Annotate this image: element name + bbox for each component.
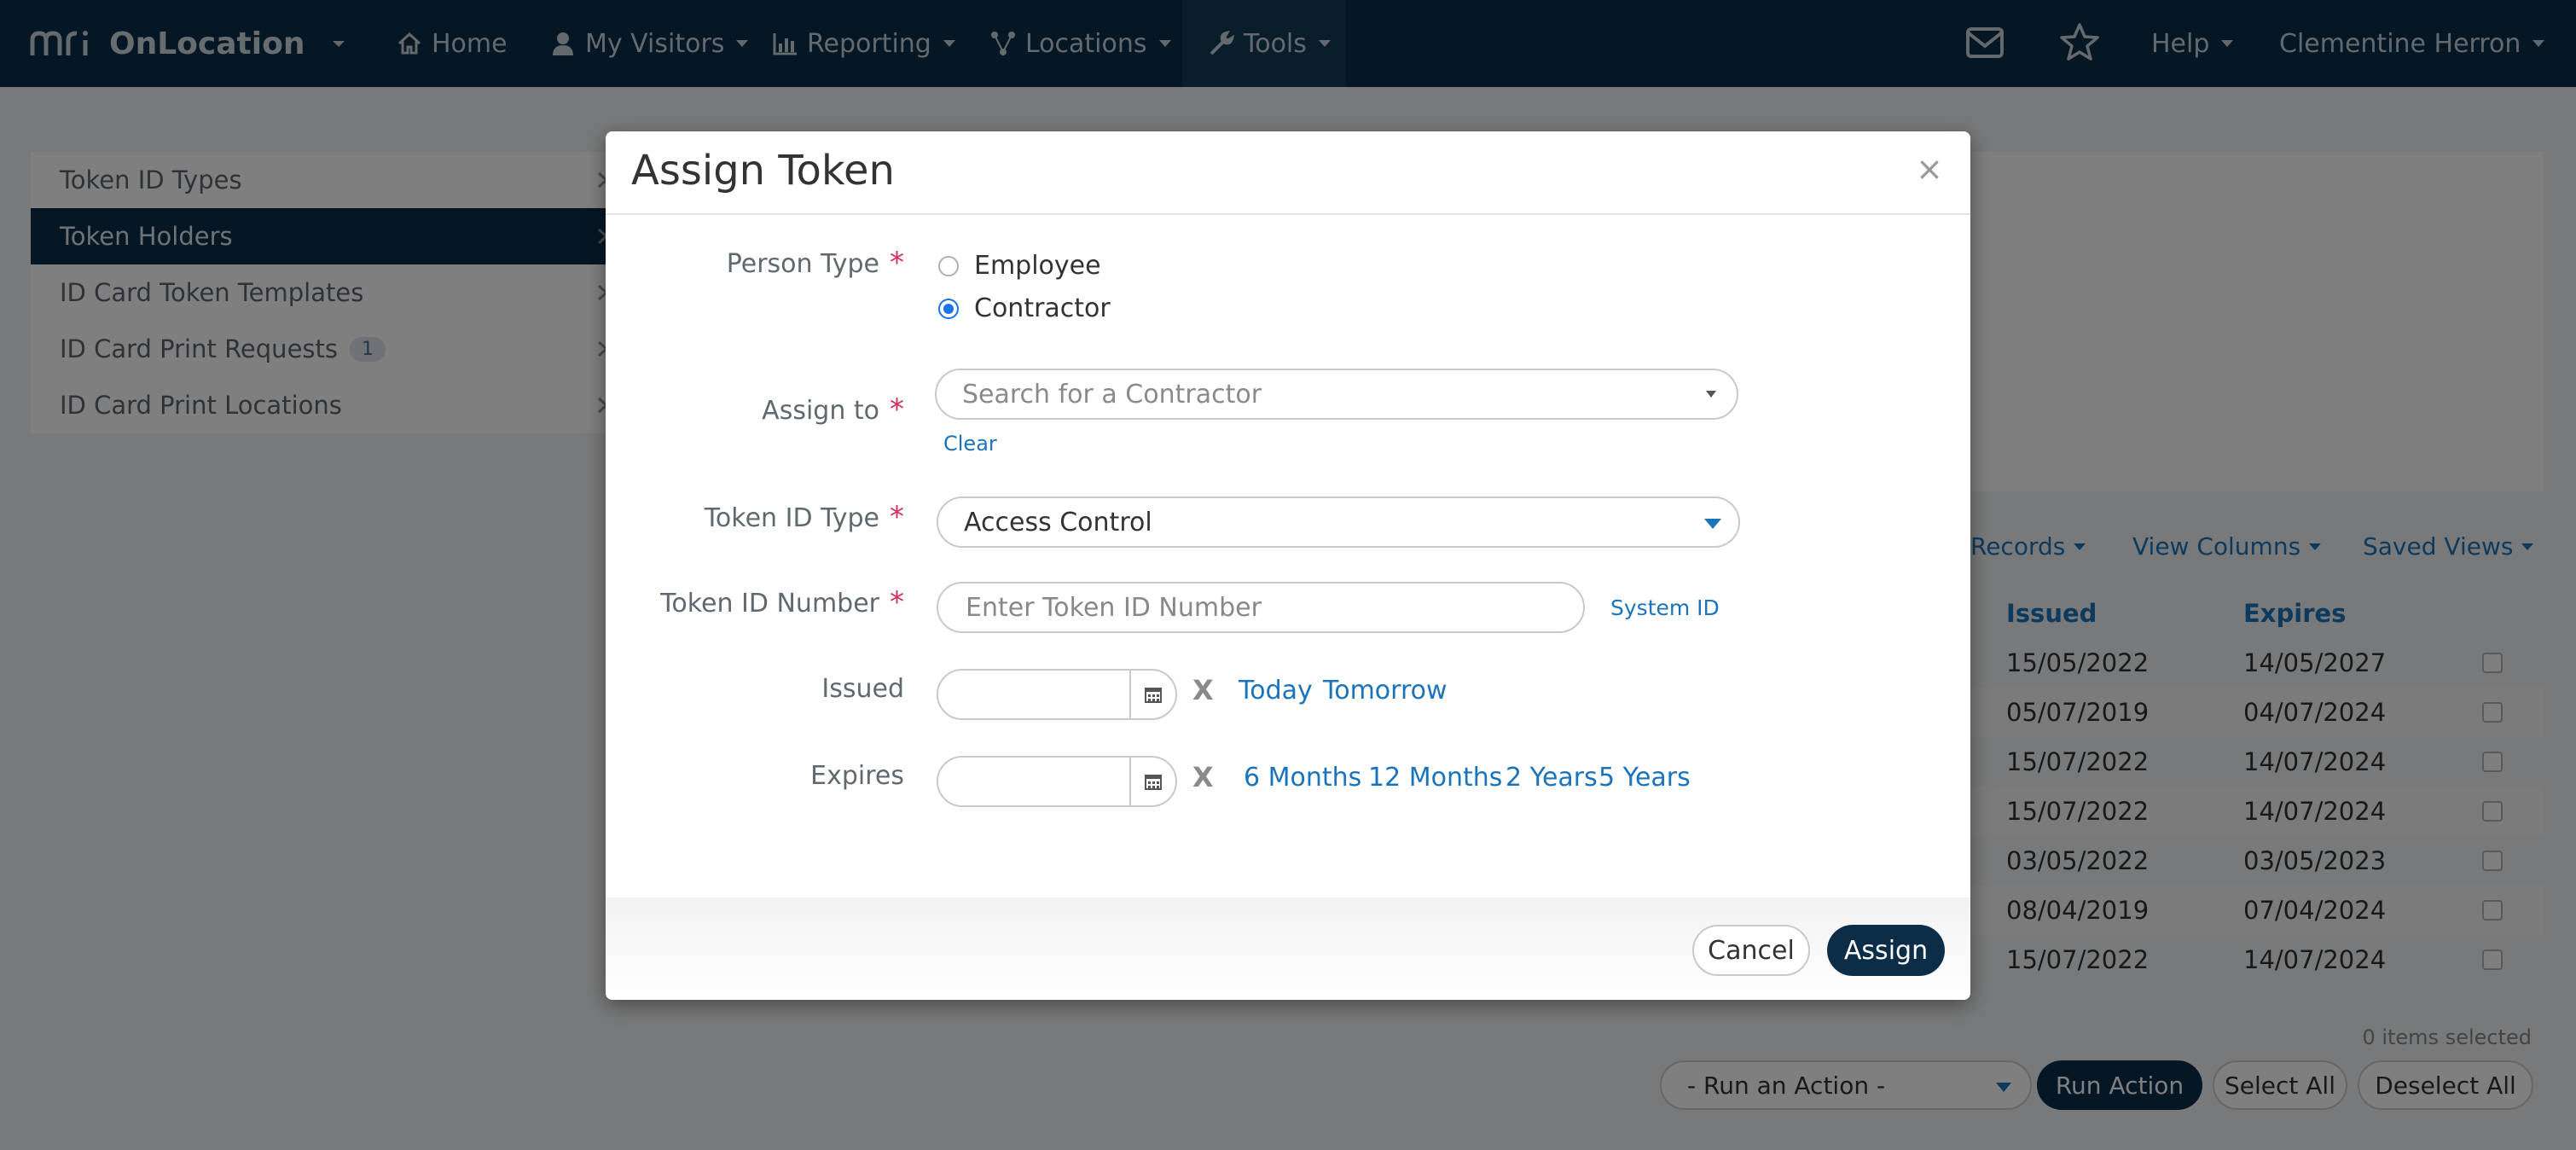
radio-contractor[interactable]: Contractor: [938, 293, 1111, 323]
person-type-label: Person Type *: [727, 246, 904, 280]
calendar-button[interactable]: [1129, 671, 1175, 718]
token-id-type-select[interactable]: Access Control: [937, 497, 1740, 548]
token-id-number-input[interactable]: Enter Token ID Number: [937, 582, 1585, 633]
required-marker: *: [890, 246, 904, 280]
calendar-icon: [1145, 688, 1162, 703]
clear-assign-to-link[interactable]: Clear: [943, 432, 997, 456]
assign-to-search-select[interactable]: Search for a Contractor: [935, 369, 1738, 420]
assign-to-label: Assign to *: [762, 392, 904, 427]
token-id-number-label-text: Token ID Number: [660, 589, 879, 619]
required-marker: *: [890, 500, 904, 534]
system-id-link[interactable]: System ID: [1610, 595, 1720, 620]
person-type-label-text: Person Type: [726, 249, 879, 279]
chevron-down-icon: [1706, 391, 1716, 398]
assign-to-placeholder: Search for a Contractor: [962, 379, 1262, 409]
issued-today-link[interactable]: Today: [1239, 676, 1313, 706]
calendar-icon: [1145, 775, 1162, 790]
issued-label: Issued: [821, 674, 904, 704]
modal-header: Assign Token ×: [606, 131, 1970, 215]
radio-employee[interactable]: Employee: [938, 251, 1101, 281]
token-id-type-label-text: Token ID Type: [704, 503, 879, 533]
expires-date-input[interactable]: [937, 756, 1177, 807]
expires-5-years-link[interactable]: 5 Years: [1598, 763, 1691, 793]
required-marker: *: [890, 392, 904, 427]
token-id-type-label: Token ID Type *: [705, 500, 904, 534]
assign-button[interactable]: Assign: [1827, 925, 1945, 976]
expires-12-months-link[interactable]: 12 Months: [1368, 763, 1502, 793]
radio-employee-label: Employee: [974, 251, 1101, 281]
close-icon[interactable]: ×: [1916, 150, 1943, 188]
expires-6-months-link[interactable]: 6 Months: [1244, 763, 1361, 793]
cancel-button[interactable]: Cancel: [1692, 925, 1810, 976]
clear-issued-icon[interactable]: X: [1192, 674, 1214, 706]
issued-date-input[interactable]: [937, 669, 1177, 720]
calendar-button[interactable]: [1129, 758, 1175, 805]
token-id-number-placeholder: Enter Token ID Number: [966, 592, 1262, 623]
assign-token-dialog: Assign Token × Person Type * Employee Con…: [606, 131, 1970, 1000]
radio-contractor-label: Contractor: [974, 293, 1111, 323]
required-marker: *: [890, 585, 904, 619]
radio-button-selected[interactable]: [938, 298, 959, 319]
expires-2-years-link[interactable]: 2 Years: [1506, 763, 1598, 793]
issued-tomorrow-link[interactable]: Tomorrow: [1323, 676, 1448, 706]
expires-label: Expires: [810, 761, 904, 791]
modal-title: Assign Token: [631, 147, 895, 195]
radio-button[interactable]: [938, 255, 959, 276]
token-id-type-value: Access Control: [964, 507, 1152, 537]
clear-expires-icon[interactable]: X: [1192, 761, 1214, 793]
chevron-down-icon: [1704, 519, 1721, 529]
token-id-number-label: Token ID Number *: [660, 585, 904, 619]
assign-to-label-text: Assign to: [762, 396, 879, 426]
